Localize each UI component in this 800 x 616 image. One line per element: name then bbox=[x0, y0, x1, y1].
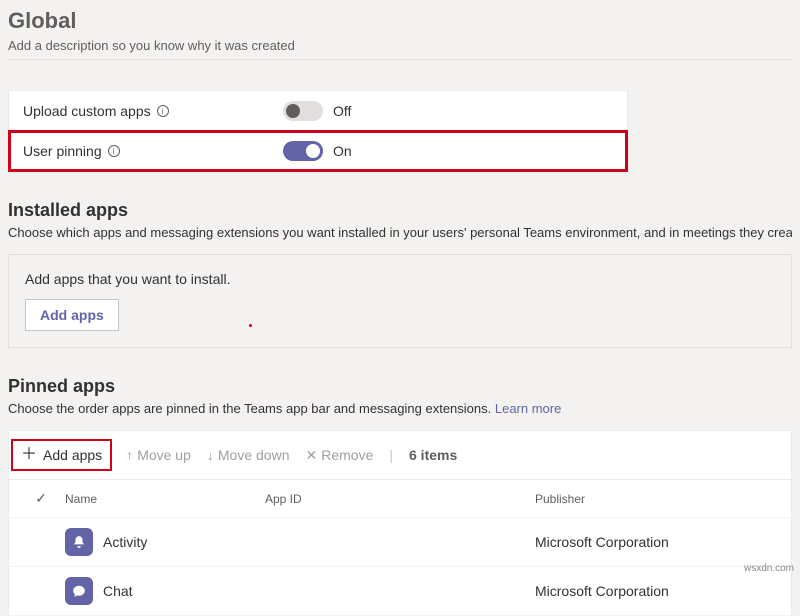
pinned-apps-description: Choose the order apps are pinned in the … bbox=[8, 401, 792, 416]
setting-label: User pinning i bbox=[23, 143, 283, 159]
setting-label: Upload custom apps i bbox=[23, 103, 283, 119]
user-pinning-toggle[interactable] bbox=[283, 141, 323, 161]
install-panel-text: Add apps that you want to install. bbox=[25, 271, 775, 287]
col-publisher[interactable]: Publisher bbox=[535, 492, 783, 506]
remove-label: Remove bbox=[321, 447, 373, 463]
add-apps-label: Add apps bbox=[43, 447, 102, 463]
label-text: Upload custom apps bbox=[23, 103, 151, 119]
row-name-cell: Activity bbox=[65, 528, 265, 556]
marker-dot bbox=[249, 324, 252, 327]
toggle-wrap: On bbox=[283, 141, 352, 161]
remove-button[interactable]: ✕ Remove bbox=[305, 447, 373, 464]
move-up-button[interactable]: ↑ Move up bbox=[126, 447, 191, 463]
row-name: Chat bbox=[103, 583, 133, 599]
move-down-button[interactable]: ↓ Move down bbox=[207, 447, 290, 463]
desc-text: Choose the order apps are pinned in the … bbox=[8, 401, 495, 416]
pinned-apps-table: ✓ Name App ID Publisher Activity Microso… bbox=[8, 480, 792, 616]
page-title: Global bbox=[8, 0, 792, 38]
pinned-add-apps-button[interactable]: ＋ Add apps bbox=[13, 441, 110, 469]
row-name-cell: Chat bbox=[65, 577, 265, 605]
table-row[interactable]: Chat Microsoft Corporation bbox=[9, 567, 791, 616]
info-icon[interactable]: i bbox=[108, 145, 120, 157]
upload-custom-apps-toggle[interactable] bbox=[283, 101, 323, 121]
label-text: User pinning bbox=[23, 143, 102, 159]
settings-card: Upload custom apps i Off User pinning i … bbox=[8, 90, 628, 172]
setting-user-pinning: User pinning i On bbox=[9, 131, 627, 171]
row-name: Activity bbox=[103, 534, 147, 550]
watermark: wsxdn.com bbox=[744, 563, 794, 574]
learn-more-link[interactable]: Learn more bbox=[495, 401, 561, 416]
toggle-wrap: Off bbox=[283, 101, 351, 121]
toggle-state: Off bbox=[333, 103, 351, 119]
add-apps-button[interactable]: Add apps bbox=[25, 299, 119, 331]
table-header: ✓ Name App ID Publisher bbox=[9, 480, 791, 518]
bell-icon bbox=[65, 528, 93, 556]
setting-upload-custom-apps: Upload custom apps i Off bbox=[9, 91, 627, 131]
arrow-down-icon: ↓ bbox=[207, 447, 214, 463]
arrow-up-icon: ↑ bbox=[126, 447, 133, 463]
page-description: Add a description so you know why it was… bbox=[8, 38, 792, 60]
installed-apps-panel: Add apps that you want to install. Add a… bbox=[8, 254, 792, 348]
info-icon[interactable]: i bbox=[157, 105, 169, 117]
pinned-apps-toolbar: ＋ Add apps ↑ Move up ↓ Move down ✕ Remov… bbox=[8, 430, 792, 480]
items-count: 6 items bbox=[409, 447, 457, 463]
separator: | bbox=[389, 447, 393, 463]
col-app-id[interactable]: App ID bbox=[265, 492, 535, 506]
plus-icon: ＋ bbox=[21, 447, 37, 463]
close-icon: ✕ bbox=[305, 447, 317, 464]
row-publisher: Microsoft Corporation bbox=[535, 534, 783, 550]
move-up-label: Move up bbox=[137, 447, 191, 463]
pinned-apps-title: Pinned apps bbox=[8, 376, 792, 397]
table-row[interactable]: Activity Microsoft Corporation bbox=[9, 518, 791, 567]
toggle-state: On bbox=[333, 143, 352, 159]
move-down-label: Move down bbox=[218, 447, 290, 463]
col-name[interactable]: Name bbox=[65, 492, 265, 506]
installed-apps-title: Installed apps bbox=[8, 200, 792, 221]
row-publisher: Microsoft Corporation bbox=[535, 583, 783, 599]
installed-apps-description: Choose which apps and messaging extensio… bbox=[8, 225, 792, 240]
check-all-icon[interactable]: ✓ bbox=[35, 490, 47, 507]
chat-icon bbox=[65, 577, 93, 605]
